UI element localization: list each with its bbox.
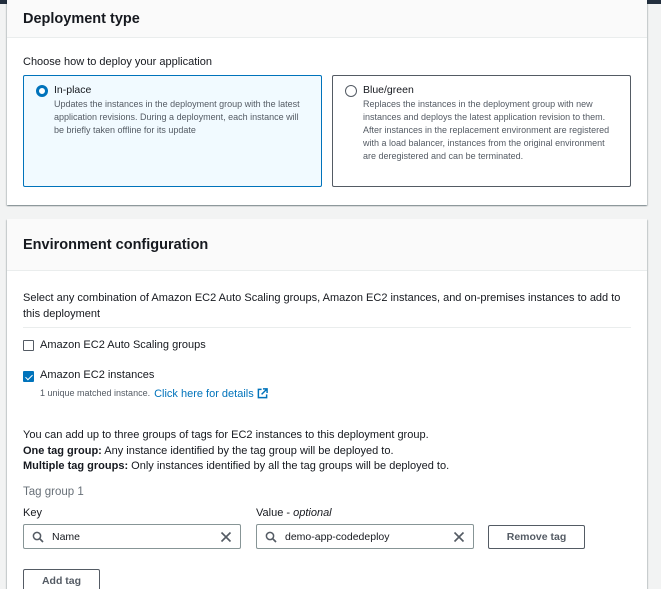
details-link[interactable]: Click here for details <box>154 388 254 400</box>
environment-config-title: Environment configuration <box>23 236 209 253</box>
clear-key-icon[interactable] <box>220 531 232 543</box>
matched-instances-row: 1 unique matched instance. Click here fo… <box>40 387 268 400</box>
deployment-type-header: Deployment type <box>7 0 647 38</box>
deployment-type-prompt: Choose how to deploy your application <box>23 56 212 68</box>
one-group-text: Any instance identified by the tag group… <box>101 444 394 457</box>
key-label: Key <box>23 507 42 519</box>
tag-group-title: Tag group 1 <box>23 486 84 498</box>
matched-count: 1 unique matched instance. <box>40 388 151 398</box>
tag-info: You can add up to three groups of tags f… <box>23 428 449 475</box>
remove-tag-button[interactable]: Remove tag <box>488 525 585 549</box>
in-place-label: In-place <box>54 84 92 96</box>
ec2-instances-label: Amazon EC2 instances <box>40 369 155 381</box>
one-group-bold: One tag group: <box>23 444 102 457</box>
blue-green-radio[interactable] <box>345 85 357 97</box>
tag-value-value: demo-app-codedeploy <box>285 530 390 543</box>
environment-intro: Select any combination of Amazon EC2 Aut… <box>23 292 621 320</box>
value-optional: optional <box>293 507 332 519</box>
in-place-radio[interactable] <box>36 85 48 97</box>
search-icon <box>265 531 277 543</box>
auto-scaling-checkbox[interactable] <box>23 340 34 351</box>
value-label: Value - optional <box>256 507 332 519</box>
tag-key-input[interactable]: Name <box>23 524 241 549</box>
auto-scaling-label: Amazon EC2 Auto Scaling groups <box>40 339 206 351</box>
multiple-groups-bold: Multiple tag groups: <box>23 460 129 472</box>
environment-config-header: Environment configuration <box>7 219 647 271</box>
ec2-instances-checkbox[interactable] <box>23 371 34 382</box>
deployment-type-title: Deployment type <box>23 10 140 27</box>
search-icon <box>32 531 44 543</box>
add-tag-button[interactable]: Add tag <box>23 569 100 589</box>
value-label-text: Value - <box>256 507 294 519</box>
intro-divider <box>23 327 631 328</box>
tag-value-input[interactable]: demo-app-codedeploy <box>256 524 474 549</box>
tag-info-multiple-groups: Multiple tag groups: Only instances iden… <box>23 459 449 475</box>
tag-key-value: Name <box>52 530 81 543</box>
blue-green-description: Replaces the instances in the deployment… <box>363 99 610 161</box>
multiple-groups-text: Only instances identified by all the tag… <box>128 460 450 472</box>
tag-info-line1: You can add up to three groups of tags f… <box>23 429 429 441</box>
clear-value-icon[interactable] <box>453 531 465 543</box>
option-blue-green[interactable]: Blue/green Replaces the instances in the… <box>332 75 631 187</box>
external-link-icon[interactable] <box>257 388 268 399</box>
blue-green-label: Blue/green <box>363 84 414 96</box>
option-in-place[interactable]: In-place Updates the instances in the de… <box>23 75 322 187</box>
in-place-description: Updates the instances in the deployment … <box>54 99 300 135</box>
tag-info-one-group: One tag group: Any instance identified b… <box>23 444 449 460</box>
